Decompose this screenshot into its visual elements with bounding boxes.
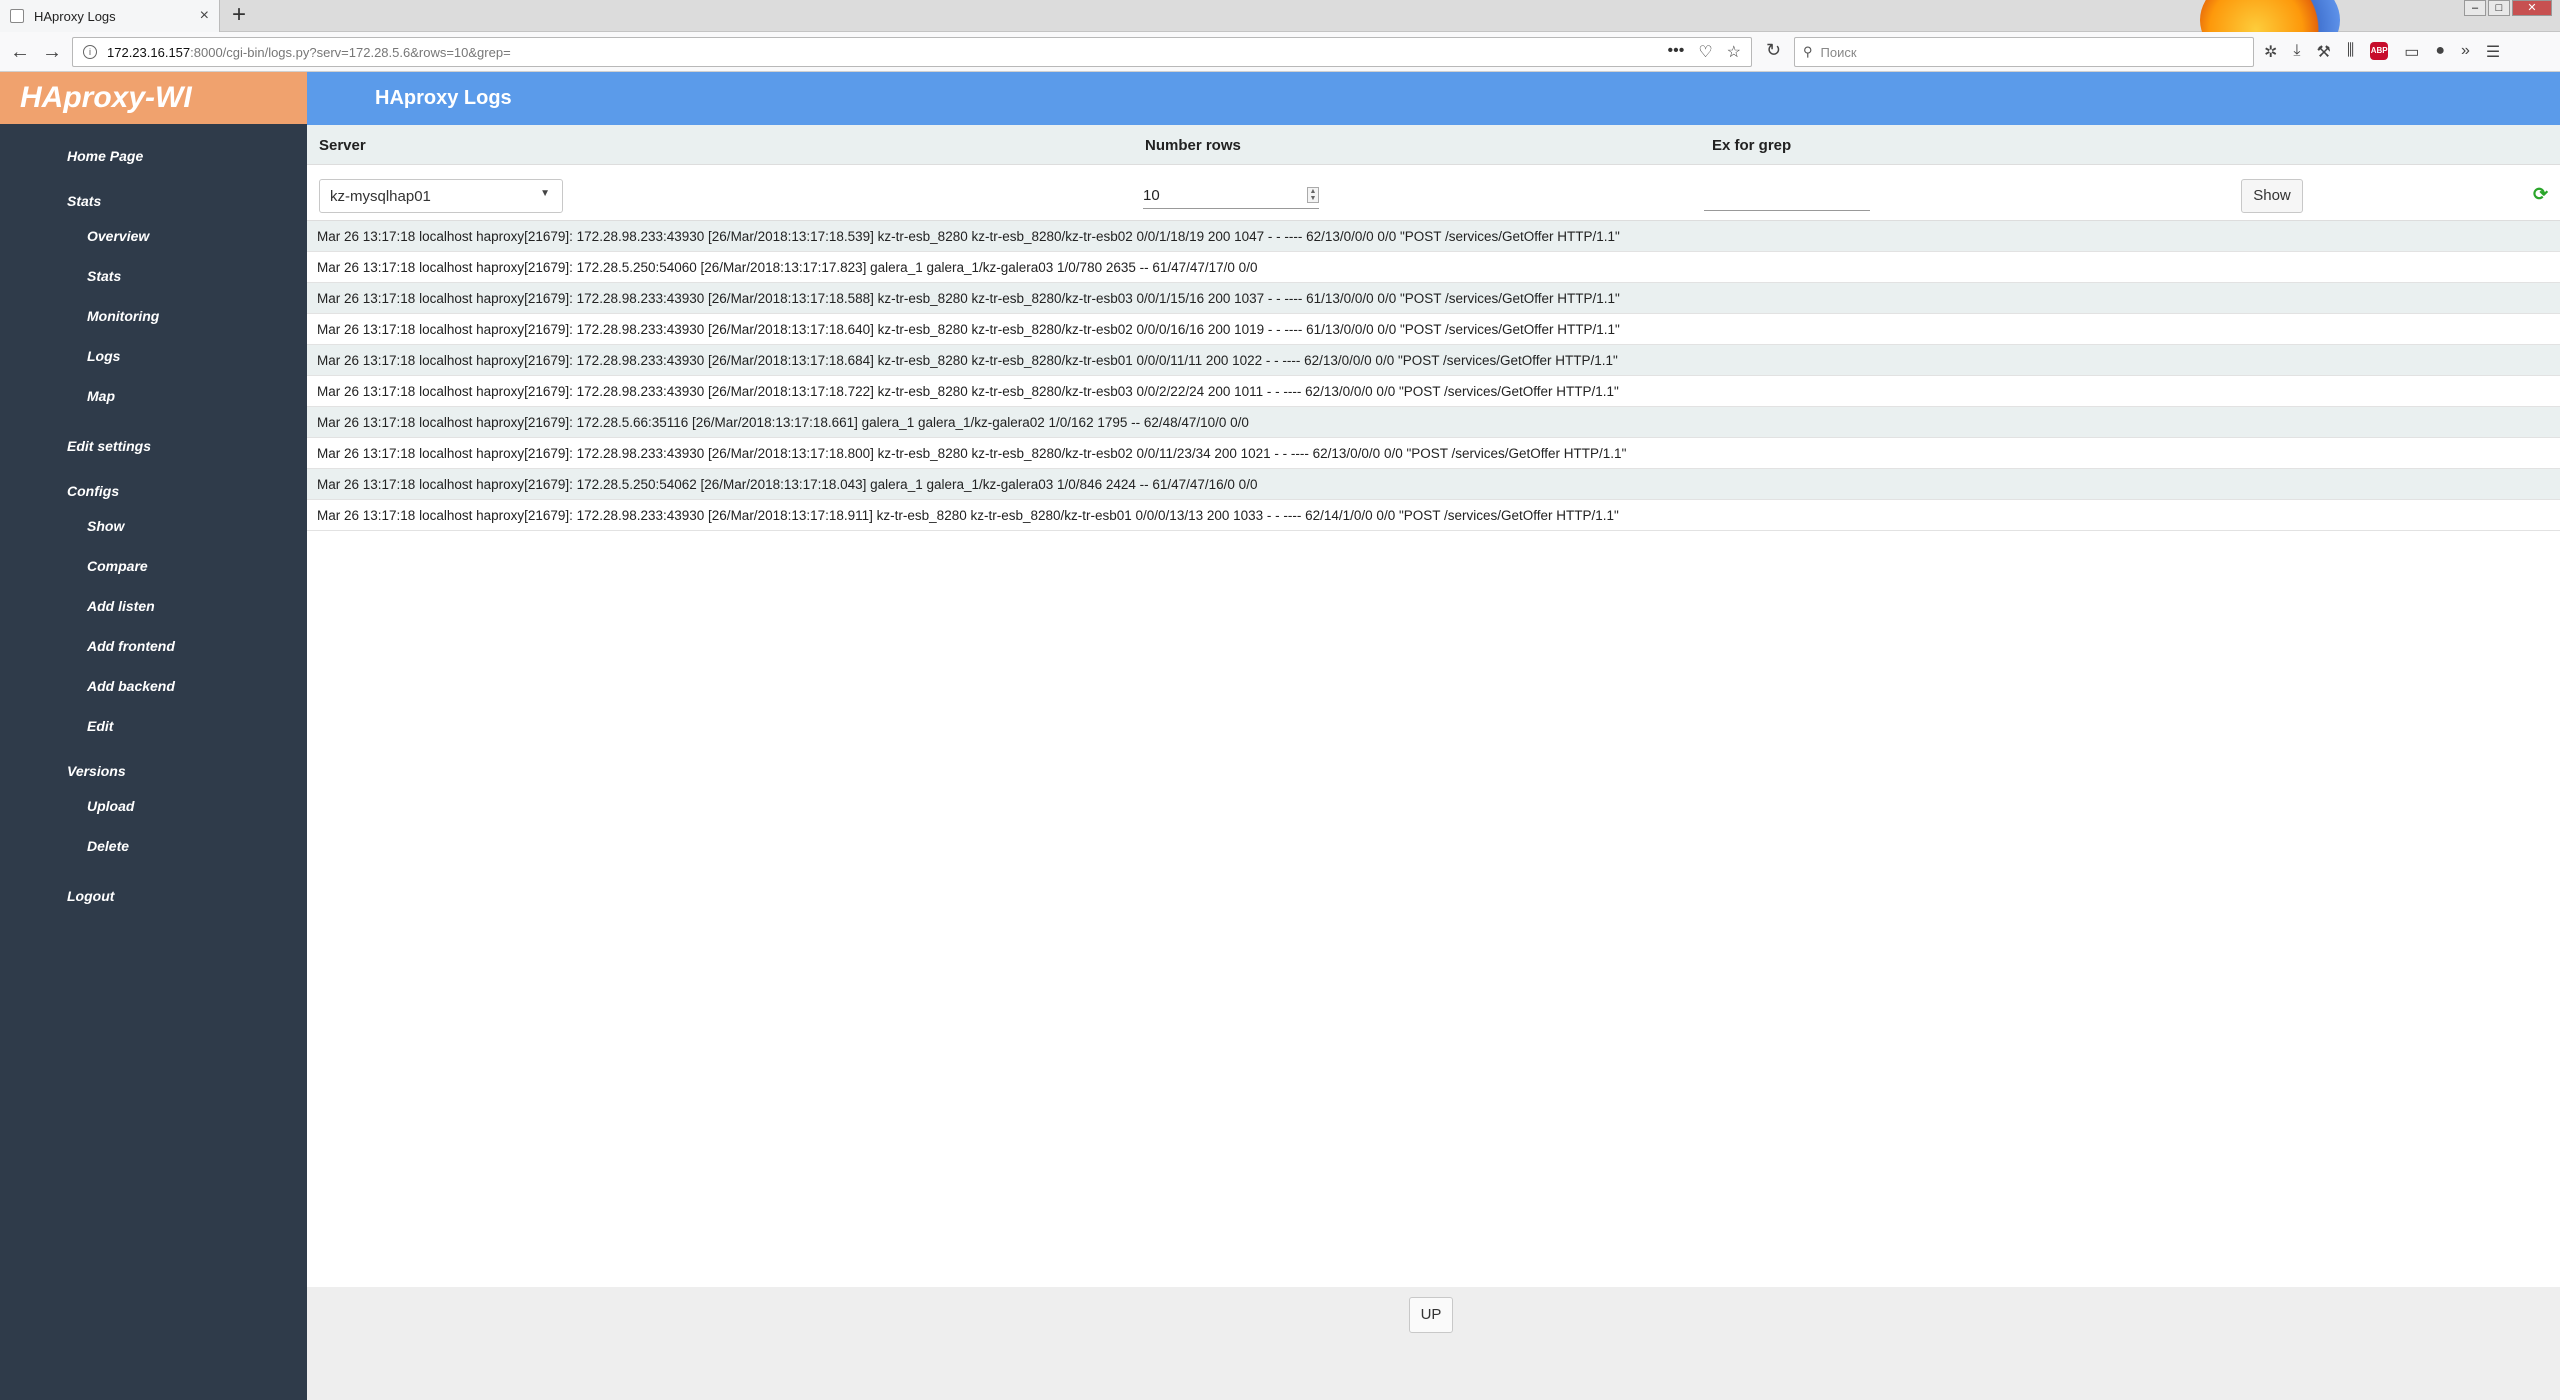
extension-icon[interactable]: ● <box>2435 42 2445 62</box>
menu-icon[interactable]: ☰ <box>2486 42 2500 62</box>
sidebar-item-home[interactable]: Home Page <box>0 136 307 176</box>
log-row: Mar 26 13:17:18 localhost haproxy[21679]… <box>307 345 2560 376</box>
app-logo[interactable]: HAproxy-WI <box>20 81 192 115</box>
filter-form-header: Server Number rows Ex for grep <box>307 125 2560 165</box>
server-select[interactable]: kz-mysqlhap01 ▼ <box>319 179 563 213</box>
back-icon[interactable]: ← <box>10 40 30 64</box>
close-tab-icon[interactable]: × <box>200 7 209 25</box>
browser-tab[interactable]: HAproxy Logs × <box>0 0 220 32</box>
sidebar-item-show[interactable]: Show <box>0 506 307 546</box>
window-controls: – □ ✕ <box>2464 0 2552 16</box>
log-row: Mar 26 13:17:18 localhost haproxy[21679]… <box>307 500 2560 531</box>
sidebar-item-add-listen[interactable]: Add listen <box>0 586 307 626</box>
sidebar-item-edit[interactable]: Edit <box>0 706 307 746</box>
page-actions-icon[interactable]: ••• <box>1668 42 1685 62</box>
sidebar: HAproxy-WI Home Page Stats Overview Stat… <box>0 72 307 1400</box>
sidebar-item-upload[interactable]: Upload <box>0 786 307 826</box>
server-select-value: kz-mysqlhap01 <box>330 188 431 205</box>
sidebar-item-edit-settings[interactable]: Edit settings <box>0 426 307 466</box>
log-row: Mar 26 13:17:18 localhost haproxy[21679]… <box>307 469 2560 500</box>
sidebar-menu: Home Page Stats Overview Stats Monitorin… <box>0 124 307 916</box>
filter-form-body: kz-mysqlhap01 ▼ 10 ▲ ▼ Show ⟳ <box>307 165 2560 221</box>
page-header: HAproxy Logs <box>307 72 2560 125</box>
refresh-icon[interactable]: ⟳ <box>2533 185 2551 203</box>
window-close-icon[interactable]: ✕ <box>2512 0 2552 16</box>
favicon-icon <box>10 9 24 23</box>
search-icon: ⚲ <box>1803 44 1813 59</box>
url-actions: ••• ♡ ☆ <box>1668 42 1742 62</box>
sidebar-item-compare[interactable]: Compare <box>0 546 307 586</box>
log-row: Mar 26 13:17:18 localhost haproxy[21679]… <box>307 376 2560 407</box>
rows-input[interactable]: 10 ▲ ▼ <box>1143 183 1319 209</box>
main-content: HAproxy Logs Server Number rows Ex for g… <box>307 72 2560 1400</box>
sidebar-item-add-frontend[interactable]: Add frontend <box>0 626 307 666</box>
grep-input[interactable] <box>1704 183 1870 211</box>
address-bar[interactable]: i 172.23.16.157:8000/cgi-bin/logs.py?ser… <box>72 37 1752 67</box>
library-icon[interactable]: ⫼ <box>2347 42 2354 62</box>
maximize-icon[interactable]: □ <box>2488 0 2510 16</box>
footer: UP <box>307 1287 2560 1400</box>
wrench-icon[interactable]: ⚒ <box>2316 42 2330 62</box>
download-icon[interactable]: ⤓ <box>2293 42 2300 62</box>
overflow-icon[interactable]: » <box>2461 42 2470 62</box>
server-label: Server <box>319 137 366 154</box>
sidebar-item-delete[interactable]: Delete <box>0 826 307 866</box>
new-tab-button[interactable]: + <box>232 2 246 28</box>
log-row: Mar 26 13:17:18 localhost haproxy[21679]… <box>307 314 2560 345</box>
reload-icon[interactable]: ↻ <box>1766 40 1781 61</box>
log-row: Mar 26 13:17:18 localhost haproxy[21679]… <box>307 283 2560 314</box>
up-button[interactable]: UP <box>1409 1297 1453 1333</box>
sidebar-head-configs: Configs <box>67 483 120 499</box>
url-host: 172.23.16.157 <box>107 44 191 60</box>
log-row: Mar 26 13:17:18 localhost haproxy[21679]… <box>307 221 2560 252</box>
gear-icon[interactable]: ✲ <box>2264 42 2277 62</box>
search-input[interactable]: ⚲ Поиск <box>1794 37 2254 67</box>
forward-icon[interactable]: → <box>42 40 62 64</box>
minimize-icon[interactable]: – <box>2464 0 2486 16</box>
adblock-icon[interactable]: ABP <box>2370 42 2389 60</box>
sidebar-item-stats[interactable]: Stats <box>0 256 307 296</box>
sidebar-item-map[interactable]: Map <box>0 376 307 416</box>
sidebar-icon[interactable]: ▭ <box>2404 42 2419 62</box>
site-info-icon[interactable]: i <box>83 45 97 59</box>
search-placeholder: Поиск <box>1820 44 1857 60</box>
sidebar-head-versions: Versions <box>67 763 126 779</box>
log-row: Mar 26 13:17:18 localhost haproxy[21679]… <box>307 407 2560 438</box>
log-list: Mar 26 13:17:18 localhost haproxy[21679]… <box>307 221 2560 531</box>
sidebar-head-stats: Stats <box>67 193 102 209</box>
chevron-down-icon: ▼ <box>540 188 550 199</box>
sidebar-item-logs[interactable]: Logs <box>0 336 307 376</box>
url-path: :8000/cgi-bin/logs.py?serv=172.28.5.6&ro… <box>190 44 511 60</box>
sidebar-item-add-backend[interactable]: Add backend <box>0 666 307 706</box>
rows-label: Number rows <box>1145 137 1241 154</box>
sidebar-item-overview[interactable]: Overview <box>0 216 307 256</box>
sidebar-item-monitoring[interactable]: Monitoring <box>0 296 307 336</box>
tab-title: HAproxy Logs <box>34 8 116 24</box>
grep-label: Ex for grep <box>1712 137 1792 154</box>
bookmark-star-icon[interactable]: ☆ <box>1727 42 1741 62</box>
browser-toolbar: ← → i 172.23.16.157:8000/cgi-bin/logs.py… <box>0 32 2560 72</box>
sidebar-item-logout[interactable]: Logout <box>0 876 307 916</box>
logo-bar: HAproxy-WI <box>0 72 307 124</box>
filter-form: Server Number rows Ex for grep kz-mysqlh… <box>307 125 2560 221</box>
log-row: Mar 26 13:17:18 localhost haproxy[21679]… <box>307 438 2560 469</box>
tab-bar: HAproxy Logs × + – □ ✕ <box>0 0 2560 70</box>
spinner-icon[interactable]: ▲ ▼ <box>1307 187 1319 203</box>
show-button[interactable]: Show <box>2241 179 2303 213</box>
extension-icons: ✲ ⤓ ⚒ ⫼ ABP ▭ ● » ☰ <box>2264 42 2500 62</box>
page-title: HAproxy Logs <box>375 87 512 109</box>
rows-input-value: 10 <box>1143 187 1160 204</box>
pocket-icon[interactable]: ♡ <box>1698 42 1712 62</box>
log-row: Mar 26 13:17:18 localhost haproxy[21679]… <box>307 252 2560 283</box>
